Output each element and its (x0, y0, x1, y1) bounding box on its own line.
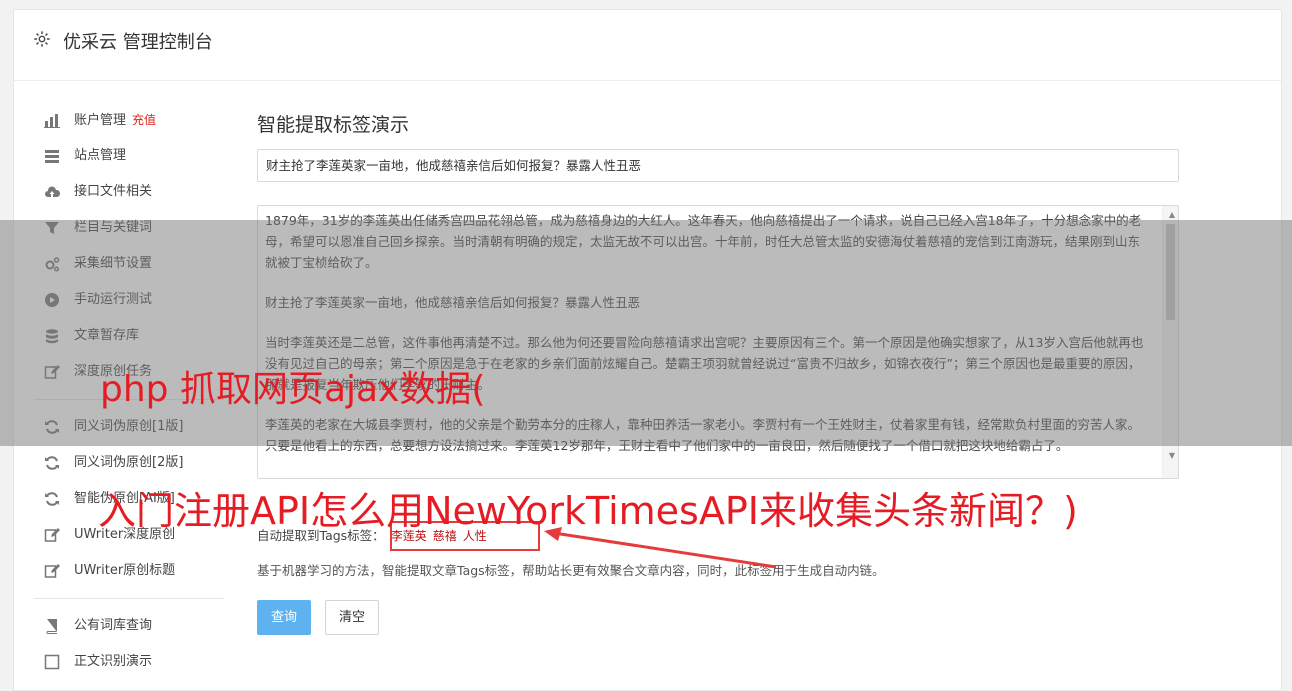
sidebar-item-label: UWriter原创标题 (74, 563, 176, 578)
sidebar-item[interactable]: 正文识别演示 (34, 644, 224, 680)
sidebar-item-label: 接口文件相关 (74, 184, 153, 199)
sidebar-item[interactable]: 同义词伪原创[2版] (34, 445, 224, 481)
article-title-input[interactable]: 财主抢了李莲英家一亩地，他成慈禧亲信后如何报复？暴露人性丑恶 (257, 149, 1179, 182)
sidebar-item-label: 同义词伪原创[2版] (74, 455, 184, 470)
scroll-up-icon[interactable]: ▲ (1169, 210, 1175, 219)
square-icon (44, 654, 60, 670)
console-header: 优采云 管理控制台 (14, 10, 1281, 81)
refresh-icon (44, 455, 60, 471)
sidebar-item-label: 站点管理 (74, 148, 127, 163)
gear-icon (33, 30, 51, 48)
sidebar-item-label: 正文识别演示 (74, 654, 153, 669)
content-paragraph: 财主抢了李莲英家一亩地，他成慈禧亲信后如何报复？暴露人性丑恶 (265, 475, 1151, 478)
page-title: 智能提取标签演示 (257, 114, 410, 136)
main-panel: 智能提取标签演示 财主抢了李莲英家一亩地，他成慈禧亲信后如何报复？暴露人性丑恶 … (257, 110, 1179, 635)
scroll-down-icon[interactable]: ▼ (1169, 451, 1175, 460)
arrow-icon (544, 527, 777, 569)
sidebar-divider (34, 598, 224, 599)
recharge-badge[interactable]: 充值 (132, 113, 156, 127)
server-icon (44, 148, 60, 164)
sidebar-item[interactable]: 账户管理 充值 (34, 102, 224, 138)
sidebar-item-label: 账户管理 (74, 113, 127, 128)
book-icon (44, 618, 60, 634)
sidebar-item[interactable]: UWriter原创标题 (34, 553, 224, 589)
sidebar-item[interactable]: 公有词库查询 (34, 608, 224, 644)
overlay-band (0, 220, 1292, 446)
cloud-upload-icon (44, 184, 60, 200)
edit-icon (44, 563, 60, 579)
overlay-headline-line1: php 抓取网页ajax数据( (100, 369, 486, 410)
console-title: 优采云 管理控制台 (63, 32, 213, 53)
edit-icon (44, 527, 60, 543)
sidebar-item[interactable]: 站点管理 (34, 138, 224, 174)
query-button[interactable]: 查询 (257, 600, 312, 635)
sidebar-item-label: 公有词库查询 (74, 618, 153, 633)
clear-button[interactable]: 清空 (325, 600, 380, 635)
refresh-icon (44, 491, 60, 507)
bar-chart-icon (44, 112, 60, 128)
sidebar-item[interactable]: 接口文件相关 (34, 174, 224, 210)
